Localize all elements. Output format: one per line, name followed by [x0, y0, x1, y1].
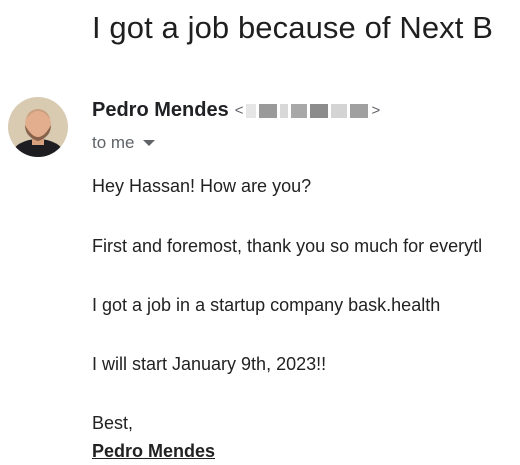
email-subject: I got a job because of Next B: [92, 10, 493, 45]
email-body-greeting: Hey Hassan! How are you?: [92, 176, 312, 196]
redaction-block: [280, 103, 289, 118]
redaction-block: [259, 103, 278, 118]
redaction-block: [310, 103, 329, 118]
sender-avatar[interactable]: [8, 97, 68, 157]
sender-name[interactable]: Pedro Mendes: [92, 99, 229, 122]
sender-line: Pedro Mendes < >: [92, 99, 380, 122]
redaction-block: [291, 103, 308, 118]
email-open-bracket: <: [234, 102, 244, 119]
email-body-line: First and foremost, thank you so much fo…: [92, 236, 483, 256]
redaction-block: [246, 103, 257, 118]
email-body-line: I will start January 9th, 2023!!: [92, 354, 327, 374]
chevron-down-icon[interactable]: [142, 140, 155, 146]
email-closing: Best,: [92, 413, 134, 433]
redaction-block: [350, 103, 369, 118]
email-body-line: I got a job in a startup company bask.he…: [92, 295, 441, 315]
email-signature-name: Pedro Mendes: [92, 441, 216, 461]
redaction-block: [331, 103, 348, 118]
recipient-label: to me: [92, 133, 135, 152]
email-close-bracket: >: [371, 102, 381, 119]
recipients-toggle[interactable]: to me: [92, 133, 155, 153]
sender-email-redacted[interactable]: < >: [235, 102, 381, 119]
avatar-photo-icon: [8, 97, 68, 157]
